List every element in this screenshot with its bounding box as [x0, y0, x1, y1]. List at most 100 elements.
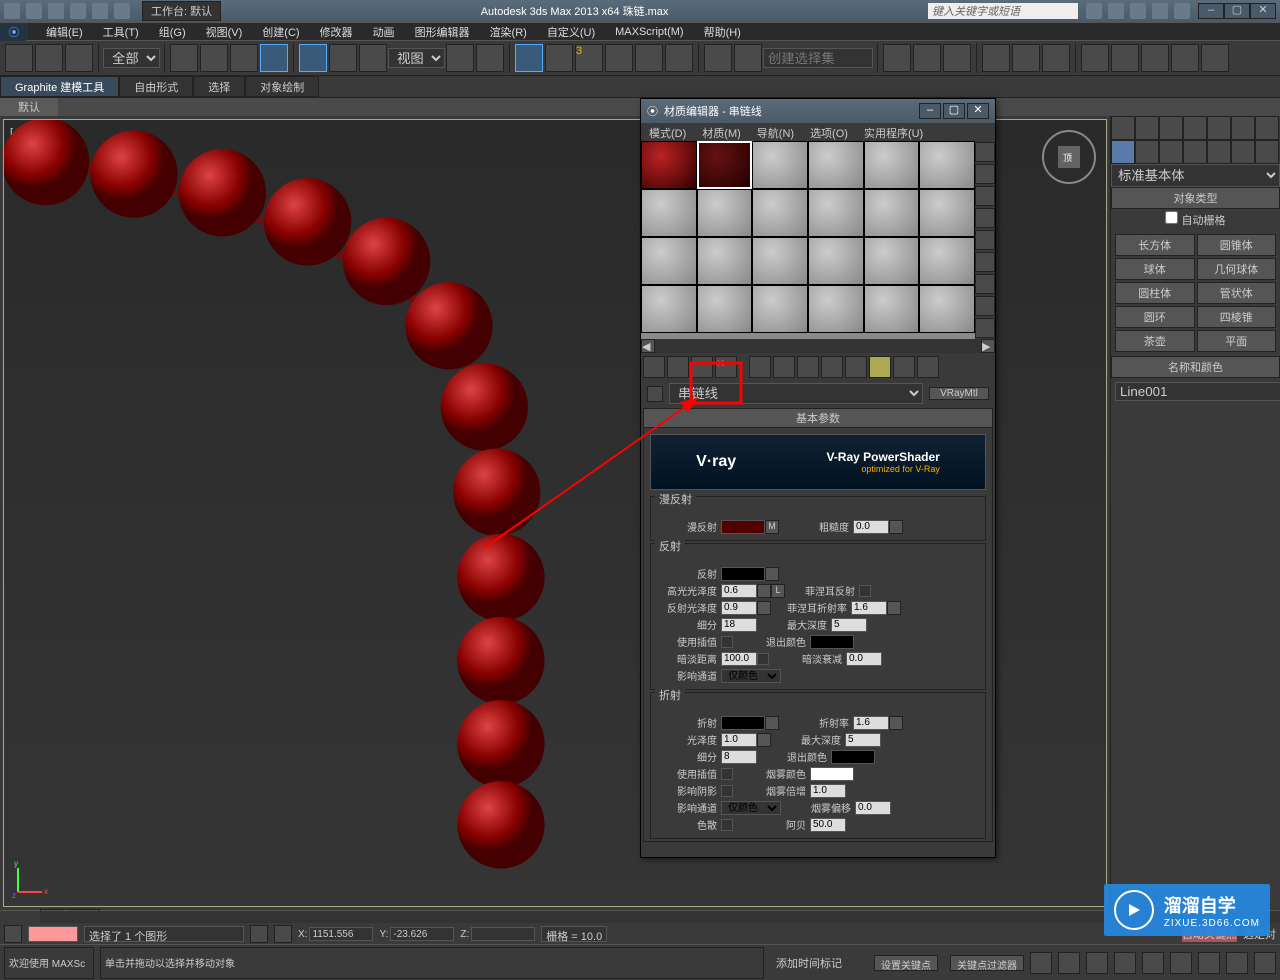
refl-gloss-spinner[interactable]: [721, 601, 757, 615]
btn-geosphere[interactable]: 几何球体: [1197, 258, 1277, 280]
render-icon[interactable]: [1141, 44, 1169, 72]
refl-subdiv-spinner[interactable]: [721, 618, 757, 632]
material-name-input[interactable]: 串链线: [669, 383, 923, 404]
rotate-icon[interactable]: [329, 44, 357, 72]
maxscript-mini-listener[interactable]: 欢迎使用 MAXSc: [4, 947, 94, 979]
menu-animation[interactable]: 动画: [363, 24, 405, 40]
menu-customize[interactable]: 自定义(U): [537, 24, 605, 40]
sample-slot-13[interactable]: [641, 237, 697, 285]
mat-menu-mode[interactable]: 模式(D): [641, 123, 694, 141]
selection-filter-dropdown[interactable]: 全部: [103, 48, 160, 68]
viewport-zoom-icon[interactable]: [1198, 952, 1220, 974]
sample-slot-24[interactable]: [919, 285, 975, 333]
reset-map-icon[interactable]: ✕: [715, 356, 737, 378]
mat-menu-navigation[interactable]: 导航(N): [749, 123, 802, 141]
move-icon[interactable]: [299, 44, 327, 72]
matids-icon[interactable]: [975, 318, 995, 338]
qat-redo-icon[interactable]: [92, 3, 108, 19]
mat-menu-material[interactable]: 材质(M): [694, 123, 749, 141]
sample-type-icon[interactable]: [975, 142, 995, 162]
mat-close-button[interactable]: ✕: [967, 103, 989, 119]
refract-color-swatch[interactable]: [721, 716, 765, 730]
sample-slot-1[interactable]: [641, 141, 697, 189]
fog-mult-spinner[interactable]: [810, 784, 846, 798]
layers-icon[interactable]: [943, 44, 971, 72]
tab-modify-icon[interactable]: [1135, 116, 1159, 140]
get-material-icon[interactable]: [643, 356, 665, 378]
sub-geometry-icon[interactable]: [1111, 140, 1135, 164]
go-parent-icon[interactable]: [893, 356, 915, 378]
named-sel-icon[interactable]: [704, 44, 732, 72]
mirror-icon[interactable]: [883, 44, 911, 72]
z-spinner[interactable]: [471, 927, 535, 941]
tab-create-icon[interactable]: [1111, 116, 1135, 140]
align-icon[interactable]: [913, 44, 941, 72]
sample-slot-16[interactable]: [808, 237, 864, 285]
abc-icon[interactable]: [734, 44, 762, 72]
show-end-icon[interactable]: [869, 356, 891, 378]
curve-editor-icon[interactable]: [982, 44, 1010, 72]
time-next-icon[interactable]: [1114, 952, 1136, 974]
refr-gloss-map-button[interactable]: [757, 733, 771, 747]
qat-undo-icon[interactable]: [70, 3, 86, 19]
options-icon[interactable]: [975, 274, 995, 294]
dim-fall-spinner[interactable]: [846, 652, 882, 666]
add-time-tag[interactable]: 添加时间标记: [776, 955, 842, 971]
mat-maximize-button[interactable]: ▢: [943, 103, 965, 119]
viewport-pan-icon[interactable]: [1170, 952, 1192, 974]
y-spinner[interactable]: [390, 927, 454, 941]
menu-group[interactable]: 组(G): [149, 24, 196, 40]
sample-slot-12[interactable]: [919, 189, 975, 237]
tab-hierarchy-icon[interactable]: [1159, 116, 1183, 140]
sample-slot-23[interactable]: [864, 285, 920, 333]
sample-slot-8[interactable]: [697, 189, 753, 237]
keyfilter-button[interactable]: 关键点过滤器: [950, 955, 1024, 971]
time-prev-icon[interactable]: [1058, 952, 1080, 974]
selection-lock-icon[interactable]: [4, 925, 22, 943]
bind-icon[interactable]: [65, 44, 93, 72]
sample-slot-4[interactable]: [808, 141, 864, 189]
sample-slot-9[interactable]: [752, 189, 808, 237]
sample-slot-11[interactable]: [864, 189, 920, 237]
ribbon-sub-default[interactable]: 默认: [0, 98, 58, 116]
hilight-map-button[interactable]: [757, 584, 771, 598]
btn-cylinder[interactable]: 圆柱体: [1115, 282, 1195, 304]
background-icon[interactable]: [975, 186, 995, 206]
close-button[interactable]: ✕: [1250, 3, 1276, 19]
btn-torus[interactable]: 圆环: [1115, 306, 1195, 328]
fog-bias-spinner[interactable]: [855, 801, 891, 815]
viewport-orbit-icon[interactable]: [1226, 952, 1248, 974]
category-dropdown[interactable]: 标准基本体: [1111, 164, 1280, 187]
sub-lights-icon[interactable]: [1159, 140, 1183, 164]
percent-snap-icon[interactable]: 3: [575, 44, 603, 72]
diffuse-map-button[interactable]: M: [765, 520, 779, 534]
sample-slot-20[interactable]: [697, 285, 753, 333]
pivot-icon[interactable]: [446, 44, 474, 72]
ribbon-tab-freeform[interactable]: 自由形式: [119, 76, 193, 97]
sample-slot-14[interactable]: [697, 237, 753, 285]
viewcube[interactable]: 顶: [1040, 128, 1098, 186]
ribbon-tab-paint[interactable]: 对象绘制: [245, 76, 319, 97]
put-to-lib-icon[interactable]: [797, 356, 819, 378]
unlink-icon[interactable]: [35, 44, 63, 72]
teapot-render-icon[interactable]: [1171, 44, 1199, 72]
roughness-map-button[interactable]: [889, 520, 903, 534]
refl-interp-checkbox[interactable]: [721, 636, 733, 648]
refcoord-dropdown[interactable]: 视图: [388, 48, 445, 68]
menu-maxscript[interactable]: MAXScript(M): [605, 26, 693, 38]
select-by-mat-icon[interactable]: [975, 296, 995, 316]
hilight-gloss-spinner[interactable]: [721, 584, 757, 598]
rollout-basic-params-title[interactable]: 基本参数: [644, 409, 992, 428]
ribbon-tab-selection[interactable]: 选择: [193, 76, 245, 97]
refr-interp-checkbox[interactable]: [721, 768, 733, 780]
rollout-name-color[interactable]: 名称和颜色: [1111, 356, 1280, 378]
matid-channel-icon[interactable]: [821, 356, 843, 378]
time-goto-start-icon[interactable]: [1030, 952, 1052, 974]
ior-map-button[interactable]: [889, 716, 903, 730]
refl-gloss-map-button[interactable]: [757, 601, 771, 615]
tab-motion-icon[interactable]: [1183, 116, 1207, 140]
snap4-icon[interactable]: [665, 44, 693, 72]
put-to-scene-icon[interactable]: [667, 356, 689, 378]
scale-icon[interactable]: [359, 44, 387, 72]
region-rect-icon[interactable]: [230, 44, 258, 72]
